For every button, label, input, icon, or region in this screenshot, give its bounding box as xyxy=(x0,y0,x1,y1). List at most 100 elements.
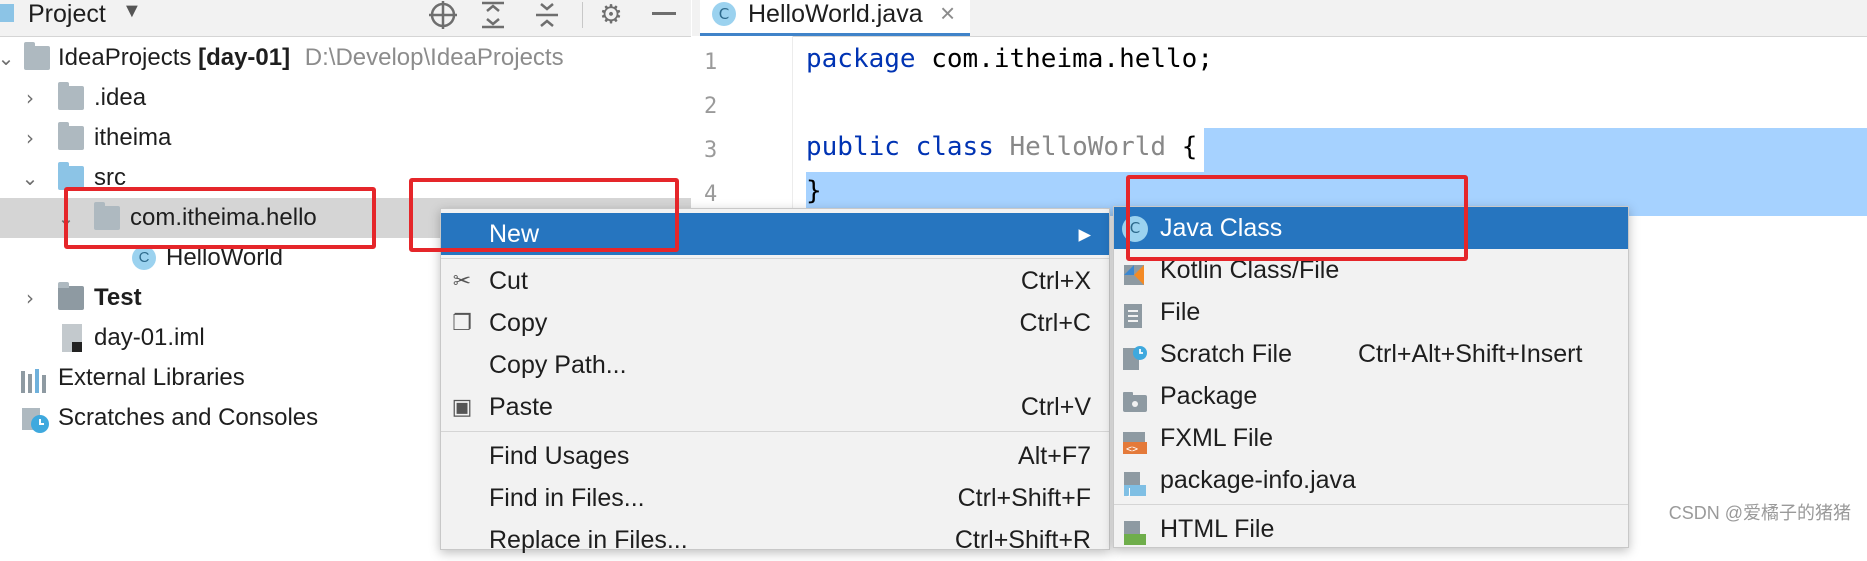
menu-item-paste[interactable]: ▣ Paste Ctrl+V xyxy=(441,386,1109,428)
iml-file-icon xyxy=(62,324,82,352)
copy-icon: ❐ xyxy=(452,311,472,336)
gear-icon[interactable]: ⚙ xyxy=(594,0,628,30)
menu-item-label: Find Usages xyxy=(489,442,630,470)
menu-item-shortcut: Ctrl+V xyxy=(1020,393,1091,421)
line-number: 2 xyxy=(704,94,718,119)
close-icon[interactable]: × xyxy=(940,0,955,29)
submenu-item-fxml[interactable]: <> FXML File xyxy=(1114,417,1628,459)
toolbar-divider xyxy=(582,2,583,28)
submenu-item-package[interactable]: Package xyxy=(1114,375,1628,417)
keyword: package xyxy=(806,44,916,74)
chevron-right-icon[interactable]: › xyxy=(20,118,40,158)
project-panel-header: Project ▼ ⚙ xyxy=(0,0,691,37)
module-name: [day-01] xyxy=(198,44,291,71)
menu-item-find-usages[interactable]: Find Usages Alt+F7 xyxy=(441,435,1109,477)
package-icon xyxy=(1122,384,1148,412)
submenu-separator xyxy=(1114,504,1628,505)
submenu-item-label: Package xyxy=(1160,382,1258,410)
menu-item-cut[interactable]: ✂ Cut Ctrl+X xyxy=(441,260,1109,302)
scratch-file-icon xyxy=(1122,342,1148,370)
submenu-item-package-info[interactable]: J package-info.java xyxy=(1114,459,1628,501)
annotation-box-new xyxy=(409,178,679,252)
code-line-3: public class HelloWorld { xyxy=(806,132,1197,162)
module-folder-icon xyxy=(58,282,84,310)
submenu-item-label: package-info.java xyxy=(1160,466,1356,494)
project-view-title[interactable]: Project xyxy=(28,0,106,28)
submenu-item-shortcut: Ctrl+Alt+Shift+Insert xyxy=(1358,340,1583,368)
tree-item-label: itheima xyxy=(94,124,172,151)
keyword: public xyxy=(806,132,900,162)
chevron-right-icon[interactable]: › xyxy=(20,278,40,318)
submenu-item-file[interactable]: File xyxy=(1114,291,1628,333)
chevron-down-icon[interactable]: ▼ xyxy=(122,0,142,23)
tree-item-ideaprojects[interactable]: ⌄ IdeaProjects [day-01] D:\Develop\IdeaP… xyxy=(0,38,691,78)
submenu-item-scratch-file[interactable]: Scratch File Ctrl+Alt+Shift+Insert xyxy=(1114,333,1628,375)
tree-item-label: Scratches and Consoles xyxy=(58,404,319,431)
locate-icon[interactable] xyxy=(426,0,460,30)
menu-separator xyxy=(441,258,1109,259)
html-file-icon xyxy=(1122,517,1148,545)
chevron-down-icon[interactable]: ⌄ xyxy=(0,38,16,78)
menu-item-find-in-files[interactable]: Find in Files... Ctrl+Shift+F xyxy=(441,477,1109,519)
menu-item-label: Replace in Files... xyxy=(489,526,688,554)
paste-icon: ▣ xyxy=(451,395,473,420)
chevron-right-icon[interactable]: › xyxy=(20,78,40,118)
code-text: } xyxy=(806,176,822,206)
chevron-down-icon[interactable]: ⌄ xyxy=(20,158,40,198)
submenu-arrow-icon: ▸ xyxy=(1078,220,1091,248)
submenu-item-label: File xyxy=(1160,298,1201,326)
folder-icon xyxy=(58,122,84,150)
submenu-item-label: FXML File xyxy=(1160,424,1273,452)
scissors-icon: ✂ xyxy=(452,269,472,294)
code-line-1: package com.itheima.hello; xyxy=(806,44,1213,74)
kotlin-icon xyxy=(1122,258,1148,285)
tree-item-label: External Libraries xyxy=(58,364,245,391)
tab-helloworld-java[interactable]: C HelloWorld.java × xyxy=(700,0,970,36)
collapse-all-icon[interactable] xyxy=(530,0,564,30)
line-number: 4 xyxy=(704,182,718,207)
menu-item-shortcut: Ctrl+C xyxy=(1019,309,1091,337)
text-selection xyxy=(1204,128,1867,172)
menu-item-label: Cut xyxy=(489,267,528,295)
tree-item-label: day-01.iml xyxy=(94,324,205,351)
minimize-icon[interactable] xyxy=(652,12,676,15)
java-file-icon: J xyxy=(1122,468,1148,498)
project-view-icon xyxy=(0,4,14,22)
menu-item-copy[interactable]: ❐ Copy Ctrl+C xyxy=(441,302,1109,344)
tree-item-idea[interactable]: › .idea xyxy=(0,78,691,118)
submenu-item-html-file[interactable]: HTML File xyxy=(1114,508,1628,550)
keyword: class xyxy=(915,132,994,162)
watermark: CSDN @爱橘子的猪猪 xyxy=(1668,503,1851,523)
expand-all-icon[interactable] xyxy=(476,0,510,30)
module-path: D:\Develop\IdeaProjects xyxy=(304,44,564,71)
folder-icon xyxy=(58,82,84,110)
annotation-box-java-class xyxy=(1126,175,1468,261)
fxml-icon: <> xyxy=(1122,426,1148,455)
tree-item-label: Test xyxy=(94,284,142,311)
menu-separator xyxy=(441,431,1109,432)
tree-item-label: IdeaProjects xyxy=(58,44,192,71)
submenu-item-label: Scratch File xyxy=(1160,340,1292,368)
svg-text:<>: <> xyxy=(1126,444,1138,455)
line-number: 3 xyxy=(704,138,718,163)
tree-item-label: .idea xyxy=(94,84,147,111)
code-line-4: } xyxy=(806,176,822,206)
java-class-icon: C xyxy=(712,2,736,26)
code-text: { xyxy=(1181,132,1198,162)
svg-text:J: J xyxy=(1127,487,1131,497)
menu-item-label: Copy Path... xyxy=(489,351,627,379)
menu-item-shortcut: Ctrl+X xyxy=(1020,267,1091,295)
menu-item-label: Find in Files... xyxy=(489,484,645,512)
menu-item-replace-in-files[interactable]: Replace in Files... Ctrl+Shift+R xyxy=(441,519,1109,561)
module-folder-icon xyxy=(24,42,50,70)
context-menu: New ▸ ✂ Cut Ctrl+X ❐ Copy Ctrl+C Copy Pa… xyxy=(440,208,1110,554)
menu-item-copy-path[interactable]: Copy Path... xyxy=(441,344,1109,386)
menu-item-shortcut: Alt+F7 xyxy=(1018,442,1091,470)
tree-item-itheima[interactable]: › itheima xyxy=(0,118,691,158)
submenu-item-label: HTML File xyxy=(1160,515,1275,543)
line-number: 1 xyxy=(704,50,718,75)
annotation-box-package xyxy=(64,187,376,249)
code-text: com.itheima.hello; xyxy=(915,44,1213,74)
scratches-icon xyxy=(20,406,49,433)
menu-item-shortcut: Ctrl+Shift+F xyxy=(957,484,1091,512)
